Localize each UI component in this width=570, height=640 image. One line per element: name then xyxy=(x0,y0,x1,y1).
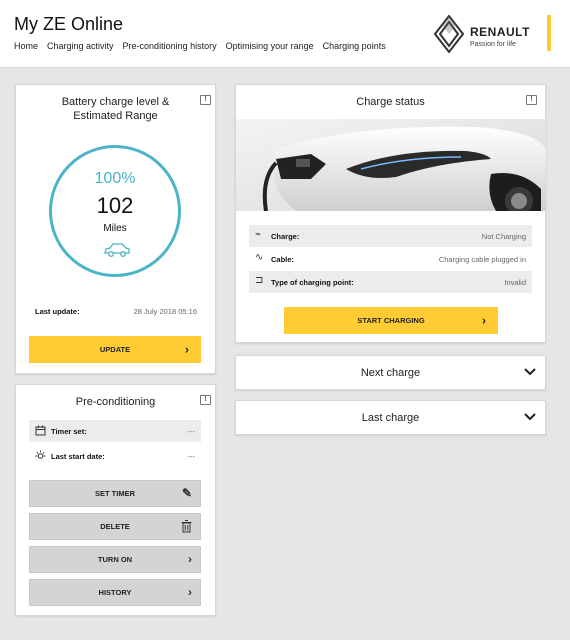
sun-icon xyxy=(35,450,46,459)
charging-point-value: Invalid xyxy=(504,278,526,287)
start-charging-label: START CHARGING xyxy=(357,316,425,325)
cable-icon: ∿ xyxy=(255,252,264,263)
brand-tagline: Passion for life xyxy=(470,41,516,48)
battery-title-line2: Estimated Range xyxy=(73,110,158,122)
cable-label: Cable: xyxy=(271,255,294,264)
last-update-label: Last update: xyxy=(35,307,80,316)
header: My ZE Online Home Charging activity Pre-… xyxy=(0,0,570,68)
charge-status-card: Charge status ! ⌁ Charge: Not Charging ∿… xyxy=(235,84,546,343)
last-start-label: Last start date: xyxy=(51,452,105,461)
chevron-down-icon xyxy=(524,413,536,421)
last-start-value: --- xyxy=(187,452,196,461)
car-icon xyxy=(104,243,130,257)
battery-card: Battery charge level & Estimated Range !… xyxy=(15,84,216,374)
set-timer-label: SET TIMER xyxy=(94,489,135,498)
last-update-value: 28 July 2018 05:16 xyxy=(133,307,197,316)
chevron-down-icon xyxy=(524,368,536,376)
nav-charging-activity[interactable]: Charging activity xyxy=(47,41,114,51)
calendar-icon xyxy=(35,425,46,436)
charging-point-label: Type of charging point: xyxy=(271,278,354,287)
next-charge-title: Next charge xyxy=(360,367,421,379)
timer-set-value: --- xyxy=(187,427,196,436)
nav-optimising-range[interactable]: Optimising your range xyxy=(226,41,314,51)
update-button-label: UPDATE xyxy=(99,345,131,354)
last-charge-accordion[interactable]: Last charge xyxy=(235,400,546,435)
preconditioning-title: Pre-conditioning xyxy=(75,396,156,408)
nav-home[interactable]: Home xyxy=(14,41,38,51)
car-charging-photo xyxy=(236,119,546,211)
charge-label: Charge: xyxy=(271,232,300,241)
info-icon[interactable]: ! xyxy=(200,395,211,405)
main-nav: Home Charging activity Pre-conditioning … xyxy=(14,41,386,51)
chevron-right-icon: › xyxy=(188,585,192,599)
battery-gauge: 100% 102 Miles xyxy=(49,145,181,277)
turn-on-button[interactable]: TURN ON › xyxy=(29,546,201,573)
battery-title-line1: Battery charge level & xyxy=(61,96,170,108)
last-start-row: Last start date: --- xyxy=(29,445,201,467)
info-icon[interactable]: ! xyxy=(526,95,537,105)
trash-icon xyxy=(181,520,192,533)
set-timer-button[interactable]: SET TIMER ✎ xyxy=(29,480,201,507)
charging-point-row: ⊐ Type of charging point: Invalid xyxy=(249,271,532,293)
timer-set-row: Timer set: --- xyxy=(29,420,201,442)
renault-logo-icon xyxy=(434,15,464,53)
plug-icon: ⌁ xyxy=(255,229,262,240)
cable-value: Charging cable plugged in xyxy=(438,255,526,264)
info-icon[interactable]: ! xyxy=(200,95,211,105)
brand-name: RENAULT xyxy=(470,25,530,39)
update-button[interactable]: UPDATE › xyxy=(29,336,201,363)
range-unit: Miles xyxy=(103,223,127,234)
pencil-icon: ✎ xyxy=(181,486,192,500)
app-title: My ZE Online xyxy=(14,14,124,34)
chevron-right-icon: › xyxy=(185,342,189,356)
charging-point-icon: ⊐ xyxy=(255,275,264,286)
history-label: HISTORY xyxy=(98,588,132,597)
delete-label: DELETE xyxy=(100,522,130,531)
timer-set-label: Timer set: xyxy=(51,427,87,436)
chevron-right-icon: › xyxy=(188,552,192,566)
turn-on-label: TURN ON xyxy=(97,555,133,564)
battery-percent: 100% xyxy=(94,170,136,187)
nav-charging-points[interactable]: Charging points xyxy=(323,41,386,51)
car-photo-illustration xyxy=(236,119,546,211)
range-value: 102 xyxy=(96,193,134,218)
chevron-right-icon: › xyxy=(482,313,486,327)
delete-button[interactable]: DELETE xyxy=(29,513,201,540)
start-charging-button[interactable]: START CHARGING › xyxy=(284,307,498,334)
charge-value: Not Charging xyxy=(481,232,526,241)
preconditioning-card: Pre-conditioning ! Timer set: --- Last s… xyxy=(15,384,216,616)
last-charge-title: Last charge xyxy=(361,412,420,424)
next-charge-accordion[interactable]: Next charge xyxy=(235,355,546,390)
cable-row: ∿ Cable: Charging cable plugged in xyxy=(249,248,532,270)
battery-card-title: Battery charge level & Estimated Range xyxy=(16,95,215,123)
nav-preconditioning-history[interactable]: Pre-conditioning history xyxy=(123,41,217,51)
charge-row: ⌁ Charge: Not Charging xyxy=(249,225,532,247)
history-button[interactable]: HISTORY › xyxy=(29,579,201,606)
charge-status-title: Charge status xyxy=(356,96,425,108)
brand-accent-bar xyxy=(547,15,551,51)
